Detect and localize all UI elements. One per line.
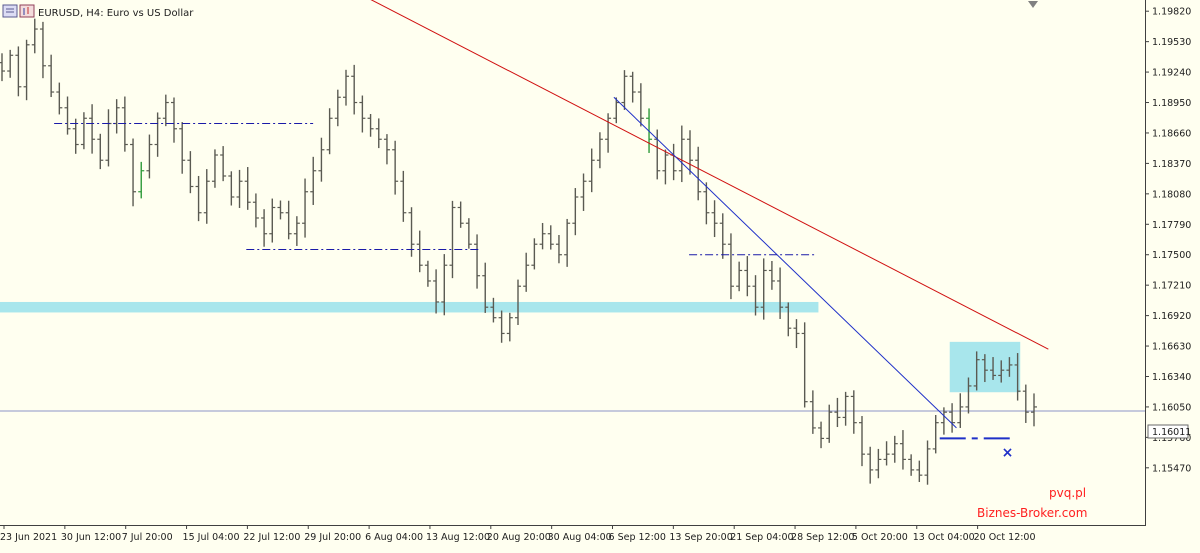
x-tick-label: 20 Oct 12:00	[974, 532, 1036, 543]
chart-background	[0, 0, 1200, 549]
y-tick-label: 1.16340	[1152, 372, 1191, 383]
chart-window[interactable]: × 1.19820 1.19530 1.19240 1.18950 1.18660 1.1…	[0, 0, 1200, 549]
y-tick-label: 1.16050	[1152, 402, 1191, 413]
y-tick-label: 1.18950	[1152, 98, 1191, 109]
x-tick-label: 13 Sep 20:00	[669, 532, 732, 543]
watermark-line-1: pvq.pl	[1049, 486, 1086, 500]
y-tick-label: 1.19240	[1152, 68, 1191, 79]
x-tick-label: 6 Aug 04:00	[365, 532, 423, 543]
y-tick-label: 1.18370	[1152, 159, 1191, 170]
chart-header: EURUSD, H4: Euro vs US Dollar	[2, 4, 194, 19]
x-tick-label: 15 Jul 04:00	[183, 532, 240, 543]
watermark-line-2: Biznes-Broker.com	[977, 506, 1087, 520]
x-tick-label: 21 Sep 04:00	[730, 532, 793, 543]
y-tick-label: 1.17500	[1152, 250, 1191, 261]
x-tick-label: 7 Jul 20:00	[122, 532, 173, 543]
y-tick-label: 1.18080	[1152, 189, 1191, 200]
x-tick-label: 22 Jul 12:00	[243, 532, 300, 543]
current-price-marker: 1.16011	[1147, 424, 1191, 439]
y-tick-label: 1.19820	[1152, 7, 1191, 18]
y-tick-label: 1.18660	[1152, 128, 1191, 139]
x-tick-label: 30 Jun 12:00	[61, 532, 121, 543]
chart-title: EURUSD, H4: Euro vs US Dollar	[38, 8, 194, 19]
y-tick-label: 1.16630	[1152, 342, 1191, 353]
y-tick-label: 1.15470	[1152, 463, 1191, 474]
y-tick-label: 1.17790	[1152, 220, 1191, 231]
x-tick-label: 13 Oct 04:00	[913, 532, 975, 543]
x-tick-label: 6 Sep 12:00	[609, 532, 666, 543]
support-zone	[0, 301, 819, 313]
x-tick-label: 13 Aug 12:00	[426, 532, 490, 543]
y-tick-label: 1.17210	[1152, 281, 1191, 292]
current-price-label: 1.16011	[1152, 427, 1191, 438]
x-tick-label: 5 Oct 20:00	[852, 532, 908, 543]
x-tick-label: 30 Aug 04:00	[548, 532, 612, 543]
x-tick-label: 23 Jun 2021	[0, 532, 57, 543]
y-tick-label: 1.16920	[1152, 311, 1191, 322]
price-chart[interactable]: × 1.19820 1.19530 1.19240 1.18950 1.18660 1.1…	[0, 0, 1200, 549]
x-tick-label: 29 Jul 20:00	[304, 532, 361, 543]
y-tick-label: 1.19530	[1152, 37, 1191, 48]
x-tick-label: 28 Sep 12:00	[791, 532, 854, 543]
target-cross: ×	[1002, 445, 1014, 461]
x-tick-label: 20 Aug 20:00	[487, 532, 551, 543]
